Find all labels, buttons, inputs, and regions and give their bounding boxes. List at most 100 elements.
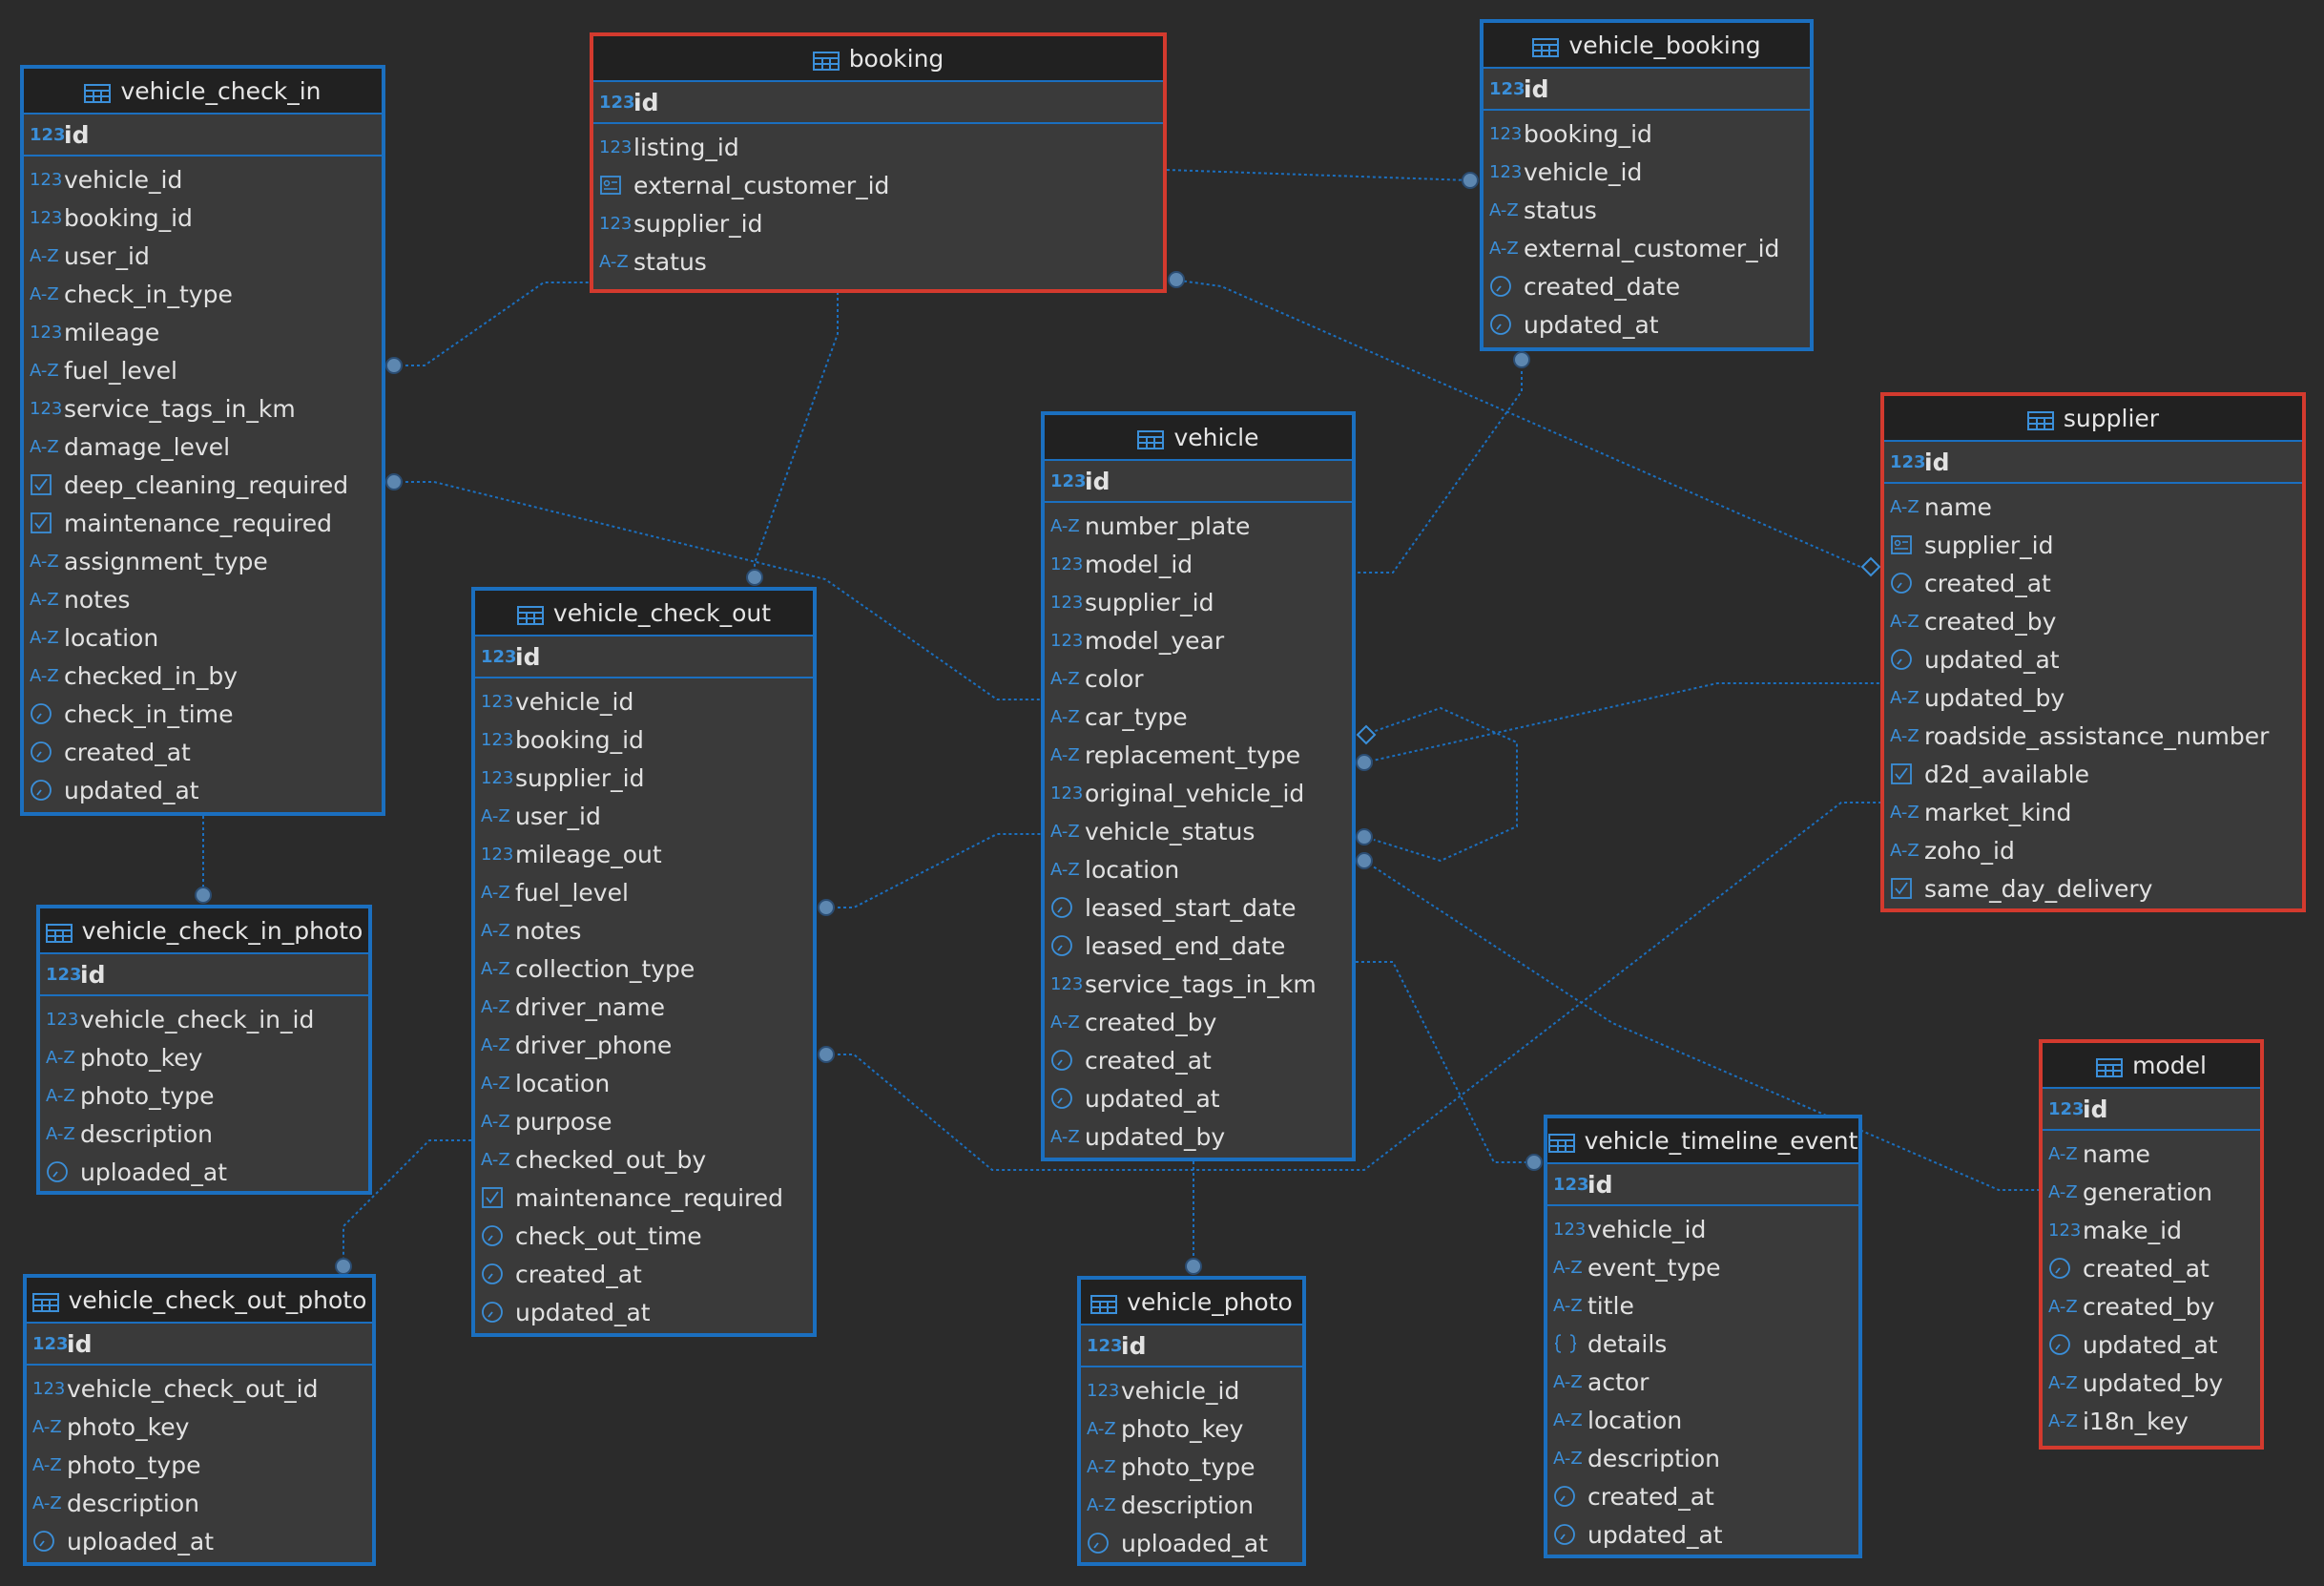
table-header[interactable]: vehicle [1045,415,1352,461]
table-header[interactable]: vehicle_timeline_event [1547,1118,1858,1164]
column-row[interactable]: 123 original_vehicle_id [1045,774,1352,812]
column-row[interactable]: 123 vehicle_id [475,682,813,720]
column-row[interactable]: A-Z updated_by [1884,678,2302,717]
column-row[interactable]: updated_at [1547,1515,1858,1554]
column-row[interactable]: A-Z status [593,242,1163,281]
table-vehicle[interactable]: vehicle 123 id A-Z number_plate 123 model_id 12… [1041,411,1356,1161]
column-row[interactable]: 123 vehicle_check_out_id [27,1369,372,1408]
column-row[interactable]: A-Z title [1547,1286,1858,1325]
column-row[interactable]: A-Z checked_in_by [24,657,382,695]
column-row[interactable]: A-Z photo_type [27,1446,372,1484]
column-row[interactable]: 123 booking_id [24,198,382,237]
table-header[interactable]: vehicle_booking [1484,23,1810,69]
column-row[interactable]: deep_cleaning_required [24,466,382,504]
primary-key-column[interactable]: 123 id [2043,1090,2107,1128]
column-row[interactable]: updated_at [1484,305,1810,344]
column-row[interactable]: A-Z vehicle_status [1045,812,1352,850]
column-row[interactable]: A-Z damage_level [24,428,382,466]
column-row[interactable]: A-Z description [1547,1439,1858,1477]
column-row[interactable]: maintenance_required [475,1179,813,1217]
table-header[interactable]: vehicle_photo [1081,1280,1302,1325]
table-vehicle-check-out-photo[interactable]: vehicle_check_out_photo 123 id 123 vehicle_c… [23,1274,376,1566]
primary-key-column[interactable]: 123 id [1484,70,1548,108]
primary-key-column[interactable]: 123 id [475,637,540,676]
table-model[interactable]: model 123 id A-Z name A-Z generation 123 make_id… [2039,1039,2264,1450]
table-header[interactable]: vehicle_check_in [24,69,382,115]
column-row[interactable]: 123 vehicle_check_in_id [40,1000,368,1038]
column-row[interactable]: A-Z zoho_id [1884,831,2302,869]
table-vehicle-check-in[interactable]: vehicle_check_in 123 id 123 vehicle_id 123 boo… [20,65,385,816]
column-row[interactable]: 123 booking_id [1484,115,1810,153]
column-row[interactable]: maintenance_required [24,504,382,542]
column-row[interactable]: created_at [475,1255,813,1293]
column-row[interactable]: check_in_time [24,695,382,733]
column-row[interactable]: A-Z replacement_type [1045,736,1352,774]
column-row[interactable]: updated_at [24,771,382,809]
column-row[interactable]: A-Z fuel_level [475,873,813,911]
primary-key-column[interactable]: 123 id [40,955,105,993]
column-row[interactable]: 123 supplier_id [475,759,813,797]
table-header[interactable]: model [2043,1043,2260,1089]
relationship-line[interactable] [394,282,590,366]
column-row[interactable]: leased_end_date [1045,927,1352,965]
column-row[interactable]: 123 service_tags_in_km [24,389,382,428]
column-row[interactable]: A-Z photo_key [27,1408,372,1446]
column-row[interactable]: 123 listing_id [593,128,1163,166]
column-row[interactable]: created_at [1547,1477,1858,1515]
primary-key-column[interactable]: 123 id [593,83,658,121]
column-row[interactable]: updated_at [1884,640,2302,678]
relationship-line[interactable] [1363,706,1518,863]
column-row[interactable]: A-Z description [40,1115,368,1153]
column-row[interactable]: A-Z roadside_assistance_number [1884,717,2302,755]
column-row[interactable]: 123 service_tags_in_km [1045,965,1352,1003]
table-vehicle-photo[interactable]: vehicle_photo 123 id 123 vehicle_id A-Z photo_… [1077,1276,1306,1566]
column-row[interactable]: A-Z updated_by [1045,1117,1352,1156]
column-row[interactable]: A-Z check_in_type [24,275,382,313]
column-row[interactable]: uploaded_at [40,1153,368,1191]
column-row[interactable]: uploaded_at [1081,1524,1302,1562]
column-row[interactable]: created_date [1484,267,1810,305]
column-row[interactable]: created_at [1045,1041,1352,1079]
column-row[interactable]: A-Z name [1884,488,2302,526]
column-row[interactable]: A-Z number_plate [1045,507,1352,545]
column-row[interactable]: A-Z created_by [1045,1003,1352,1041]
table-vehicle-timeline-event[interactable]: vehicle_timeline_event 123 id 123 vehicle_id… [1544,1115,1862,1558]
column-row[interactable]: A-Z i18n_key [2043,1402,2260,1440]
relationship-line[interactable] [1356,961,1534,1163]
column-row[interactable]: 123 vehicle_id [1547,1210,1858,1248]
column-row[interactable]: A-Z fuel_level [24,351,382,389]
column-row[interactable]: A-Z photo_key [1081,1409,1302,1448]
table-vehicle-check-in-photo[interactable]: vehicle_check_in_photo 123 id 123 vehicle_ch… [36,905,372,1195]
column-row[interactable]: A-Z car_type [1045,698,1352,736]
table-booking[interactable]: booking 123 id 123 listing_id external_custom… [590,32,1167,293]
column-row[interactable]: A-Z purpose [475,1102,813,1140]
column-row[interactable]: A-Z photo_key [40,1038,368,1076]
column-row[interactable]: same_day_delivery [1884,869,2302,908]
column-row[interactable]: A-Z status [1484,191,1810,229]
relationship-line[interactable] [1363,682,1880,763]
column-row[interactable]: A-Z updated_by [2043,1364,2260,1402]
column-row[interactable]: external_customer_id [593,166,1163,204]
primary-key-column[interactable]: 123 id [1045,462,1110,500]
column-row[interactable]: updated_at [2043,1325,2260,1364]
column-row[interactable]: A-Z photo_type [40,1076,368,1115]
column-row[interactable]: A-Z assignment_type [24,542,382,580]
column-row[interactable]: updated_at [475,1293,813,1331]
column-row[interactable]: created_at [24,733,382,771]
column-row[interactable]: A-Z location [475,1064,813,1102]
column-row[interactable]: A-Z event_type [1547,1248,1858,1286]
relationship-line[interactable] [1166,169,1471,181]
table-header[interactable]: vehicle_check_in_photo [40,908,368,954]
column-row[interactable]: A-Z driver_name [475,988,813,1026]
column-row[interactable]: A-Z actor [1547,1363,1858,1401]
column-row[interactable]: A-Z notes [475,911,813,950]
primary-key-column[interactable]: 123 id [1884,443,1949,481]
table-header[interactable]: vehicle_check_out [475,591,813,636]
column-row[interactable]: A-Z photo_type [1081,1448,1302,1486]
column-row[interactable]: check_out_time [475,1217,813,1255]
column-row[interactable]: 123 vehicle_id [1484,153,1810,191]
column-row[interactable]: supplier_id [1884,526,2302,564]
column-row[interactable]: created_at [1884,564,2302,602]
table-header[interactable]: supplier [1884,396,2302,442]
table-header[interactable]: vehicle_check_out_photo [27,1278,372,1324]
